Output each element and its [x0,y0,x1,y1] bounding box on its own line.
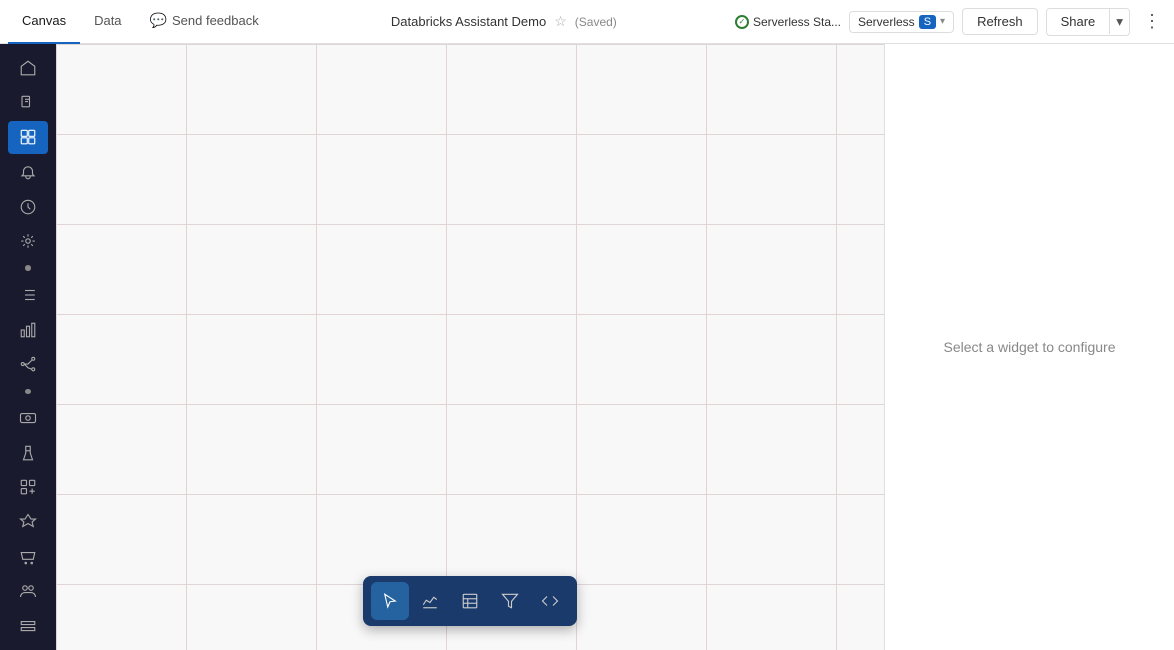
chart-icon [19,321,37,339]
refresh-button[interactable]: Refresh [962,8,1038,35]
dashboard-icon [19,128,37,146]
sidebar-item-compute[interactable] [8,402,48,435]
sidebar-item-data[interactable] [8,610,48,643]
tool-pointer[interactable] [371,582,409,620]
tool-filter[interactable] [491,582,529,620]
cluster-size: S [919,15,936,29]
cluster-status-dot [735,15,749,29]
topbar: Canvas Data 💬 Send feedback Databricks A… [0,0,1174,44]
cluster-select[interactable]: Serverless S ▾ [849,11,954,33]
dashboard-title: Databricks Assistant Demo [391,14,546,29]
topbar-tabs: Canvas Data 💬 Send feedback [8,0,273,44]
sidebar-item-workflows[interactable] [8,348,48,381]
right-panel: Select a widget to configure [884,44,1174,650]
saved-badge: (Saved) [575,15,617,29]
more-options-button[interactable]: ⋮ [1138,8,1166,36]
table-icon [461,592,479,610]
sidebar-item-queries[interactable] [8,279,48,312]
files-icon [19,94,37,112]
home-icon [19,59,37,77]
cluster-type: Serverless [858,15,915,29]
partners-icon [19,582,37,600]
data-icon [19,617,37,635]
kebab-icon: ⋮ [1143,11,1161,32]
sidebar-item-models[interactable] [8,471,48,504]
tool-table[interactable] [451,582,489,620]
share-chevron-button[interactable]: ▾ [1110,9,1129,35]
tab-send-feedback[interactable]: 💬 Send feedback [136,0,273,44]
pointer-icon [381,592,399,610]
list-icon [19,286,37,304]
workflow-icon [19,355,37,373]
tool-code[interactable] [531,582,569,620]
tab-data[interactable]: Data [80,0,135,44]
topbar-center: Databricks Assistant Demo ☆ (Saved) [277,13,731,30]
share-button[interactable]: Share [1047,9,1111,34]
models-icon [19,478,37,496]
tab-canvas[interactable]: Canvas [8,0,80,44]
cluster-status-text: Serverless Sta... [753,15,841,29]
compute-icon [19,409,37,427]
sidebar-item-files[interactable] [8,87,48,120]
main-layout: Select a widget to configure [0,44,1174,650]
sidebar-item-ai[interactable] [8,225,48,258]
code-icon [541,592,559,610]
canvas-grid [56,44,884,650]
flask-icon [19,444,37,462]
feedback-icon: 💬 [150,12,167,29]
sidebar-item-marketplace[interactable] [8,540,48,573]
canvas-area: Select a widget to configure [56,44,1174,650]
canvas-grid-wrapper[interactable] [56,44,884,650]
filter-icon [501,592,519,610]
sidebar-item-partners[interactable] [8,575,48,608]
cluster-status: Serverless Sta... [735,15,841,29]
sidebar-item-dashboard[interactable] [8,121,48,154]
widget-toolbar [363,576,577,626]
bell-icon [19,163,37,181]
sidebar-item-experiments[interactable] [8,437,48,470]
cluster-chevron-icon: ▾ [940,16,945,27]
sidebar-item-alerts[interactable] [8,156,48,189]
ai-icon [19,232,37,250]
sidebar-item-charts[interactable] [8,313,48,346]
features-icon [19,513,37,531]
tool-line-chart[interactable] [411,582,449,620]
clock-icon [19,198,37,216]
marketplace-icon [19,548,37,566]
sidebar [0,44,56,650]
share-button-group: Share ▾ [1046,8,1130,36]
sidebar-item-features[interactable] [8,506,48,539]
sidebar-divider-1 [25,265,31,270]
sidebar-item-home[interactable] [8,52,48,85]
sidebar-item-recents[interactable] [8,190,48,223]
star-icon[interactable]: ☆ [554,13,567,30]
share-chevron-icon: ▾ [1116,14,1123,29]
topbar-right: Serverless Sta... Serverless S ▾ Refresh… [735,8,1166,36]
sidebar-divider-2 [25,389,31,394]
right-panel-text: Select a widget to configure [944,339,1116,355]
line-chart-icon [421,592,439,610]
